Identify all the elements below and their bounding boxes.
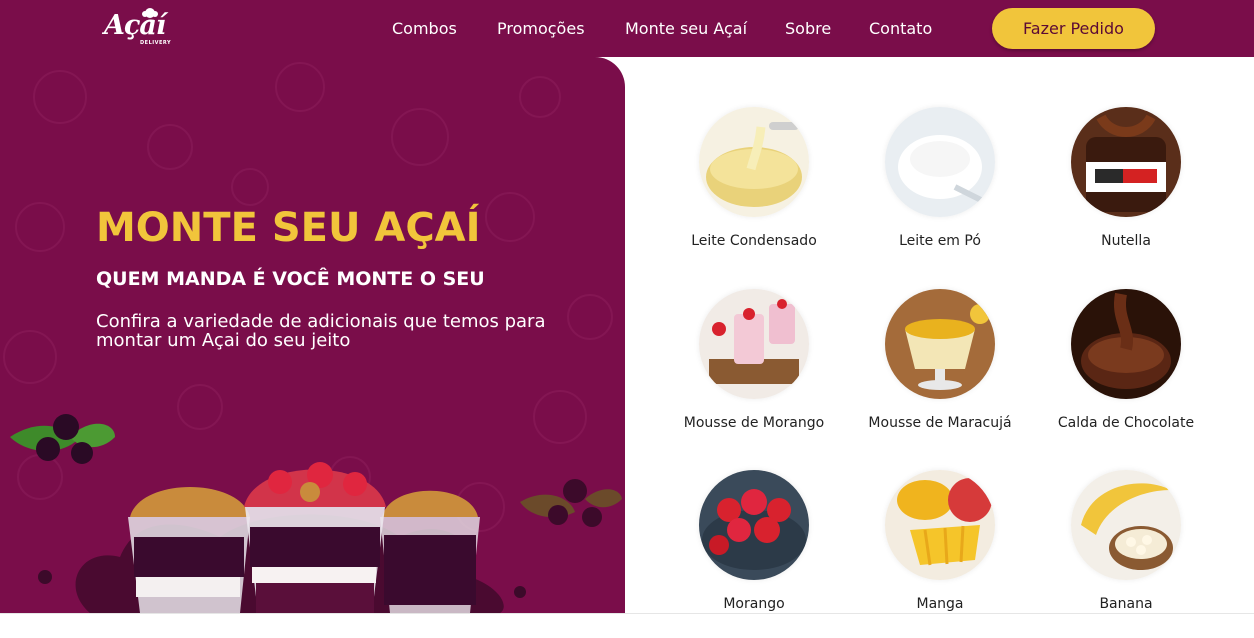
topping-card[interactable]: Banana [1031,470,1221,620]
strawberry-mousse-icon [699,289,809,399]
topping-card[interactable]: Calda de Chocolate [1031,289,1221,439]
topping-card[interactable]: Mousse de Morango [659,289,849,439]
passion-fruit-mousse-icon [885,289,995,399]
page-footer-edge [0,613,1254,638]
nav-link-combos[interactable]: Combos [392,19,457,38]
mango-icon [885,470,995,580]
nutella-jar-icon [1071,107,1181,217]
hero-title: MONTE SEU AÇAÍ [96,205,481,251]
logo-subtitle: DELIVERY [140,40,172,46]
topping-card[interactable]: Manga [845,470,1035,620]
nav-link-monte-seu-acai[interactable]: Monte seu Açaí [625,19,747,38]
topping-label: Manga [916,596,964,612]
nav-link-promocoes[interactable]: Promoções [497,19,585,38]
hero-subtitle: QUEM MANDA É VOCÊ MONTE O SEU [96,268,485,290]
hero-description: Confira a variedade de adicionais que te… [96,311,546,351]
brand-logo[interactable]: Açaí DELIVERY [102,6,182,48]
banana-icon [1071,470,1181,580]
topping-label: Leite Condensado [691,233,817,249]
topping-label: Morango [723,596,785,612]
topping-label: Calda de Chocolate [1057,415,1195,431]
condensed-milk-icon [699,107,809,217]
top-navbar: Açaí DELIVERY Combos Promoções Monte seu… [0,0,1254,57]
hero-section: MONTE SEU AÇAÍ QUEM MANDA É VOCÊ MONTE O… [0,57,625,613]
nav-link-contato[interactable]: Contato [869,19,932,38]
chocolate-syrup-icon [1071,289,1181,399]
nav-link-sobre[interactable]: Sobre [785,19,831,38]
topping-card[interactable]: Morango [659,470,849,620]
topping-label: Banana [1099,596,1153,612]
topping-label: Leite em Pó [899,233,981,249]
acai-cups-illustration [10,414,622,613]
topping-card[interactable]: Leite Condensado [659,107,849,257]
order-button[interactable]: Fazer Pedido [992,8,1155,49]
topping-label: Mousse de Morango [683,415,825,431]
topping-label: Nutella [1101,233,1151,249]
logo-wordmark: Açaí [104,10,166,41]
topping-card[interactable]: Leite em Pó [845,107,1035,257]
topping-card[interactable]: Nutella [1031,107,1221,257]
topping-label: Mousse de Maracujá [868,415,1012,431]
strawberries-icon [699,470,809,580]
topping-card[interactable]: Mousse de Maracujá [845,289,1035,439]
powdered-milk-icon [885,107,995,217]
